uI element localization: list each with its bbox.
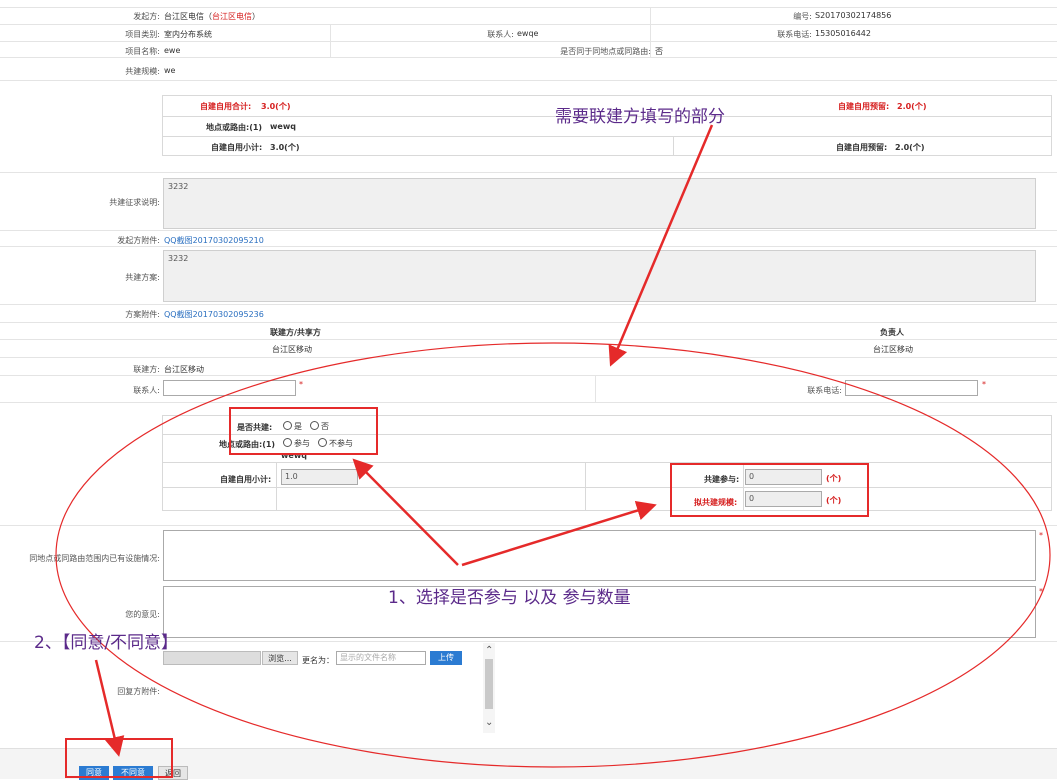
annotation-box-quantity xyxy=(670,463,869,517)
annotation-ellipse xyxy=(55,342,1051,768)
annotation-arrow-radio xyxy=(352,458,459,566)
annotation-arrow-top xyxy=(608,124,714,367)
annotation-top-note: 需要联建方填写的部分 xyxy=(555,107,725,127)
annotation-overlay xyxy=(55,124,1051,768)
annotation-note2: 2、【同意/不同意】 xyxy=(34,633,179,653)
annotation-box-buttons xyxy=(65,738,173,778)
annotation-box-radios xyxy=(229,407,378,455)
annotation-arrow-qty xyxy=(461,500,657,567)
annotation-note1: 1、选择是否参与 以及 参与数量 xyxy=(388,588,631,608)
